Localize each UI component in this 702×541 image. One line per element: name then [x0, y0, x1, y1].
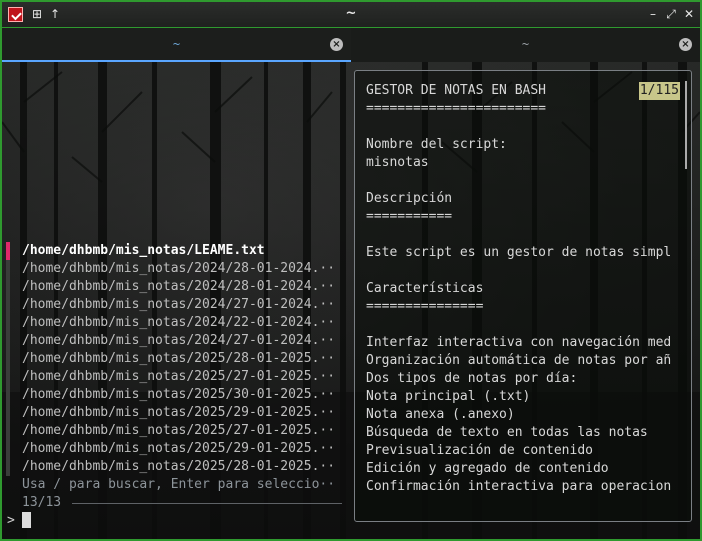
list-gutter: [6, 242, 10, 476]
tab-1-close-icon[interactable]: ×: [330, 38, 343, 51]
preview-line: ===========: [366, 209, 453, 224]
list-item[interactable]: /home/dhbmb/mis_notas/2024/27-01-2024.··: [22, 296, 335, 314]
title-bar: ⊞ ↑ ~ – ⤢ ✕: [2, 2, 700, 28]
text-cursor[interactable]: [22, 512, 31, 528]
counter-separator: [72, 503, 342, 504]
preview-line: Este script es un gestor de notas simpl: [366, 245, 672, 260]
maximize-button[interactable]: ⤢: [663, 6, 679, 22]
preview-line: Nota anexa (.anexo): [366, 407, 515, 422]
preview-line: Descripción: [366, 191, 453, 206]
prompt-arrow: >: [7, 513, 15, 528]
terminal-area[interactable]: /home/dhbmb/mis_notas/LEAME.txt /home/dh…: [2, 62, 700, 539]
preview-position-badge: 1/115: [638, 82, 680, 100]
list-item[interactable]: /home/dhbmb/mis_notas/2025/27-01-2025.··: [22, 422, 335, 440]
list-item[interactable]: /home/dhbmb/mis_notas/2025/29-01-2025.··: [22, 440, 335, 458]
preview-line: Edición y agregado de contenido: [366, 461, 609, 476]
preview-scrollbar[interactable]: [685, 81, 687, 169]
preview-line: Organización automática de notas por añ: [366, 353, 672, 368]
preview-line: Características: [366, 281, 484, 296]
tab-2[interactable]: ~ ×: [351, 28, 700, 62]
preview-pane[interactable]: 1/115 GESTOR DE NOTAS EN BASH ==========…: [354, 70, 692, 522]
preview-line: Nota principal (.txt): [366, 389, 531, 404]
window-title: ~: [345, 6, 357, 21]
list-item[interactable]: /home/dhbmb/mis_notas/LEAME.txt: [22, 242, 265, 260]
search-hint: Usa / para buscar, Enter para seleccio··: [22, 477, 336, 492]
preview-line: Búsqueda de texto en todas las notas: [366, 425, 648, 440]
preview-line: =======================: [366, 101, 547, 116]
selection-marker: [6, 242, 10, 260]
preview-line: misnotas: [366, 155, 429, 170]
list-item[interactable]: /home/dhbmb/mis_notas/2025/28-01-2025.··: [22, 458, 335, 476]
list-item[interactable]: /home/dhbmb/mis_notas/2024/28-01-2024.··: [22, 278, 335, 296]
list-item[interactable]: /home/dhbmb/mis_notas/2024/28-01-2024.··: [22, 260, 335, 278]
list-item[interactable]: /home/dhbmb/mis_notas/2024/22-01-2024.··: [22, 314, 335, 332]
preview-line: Confirmación interactiva para operacion: [366, 479, 672, 494]
preview-line: Interfaz interactiva con navegación med: [366, 335, 672, 350]
list-item[interactable]: /home/dhbmb/mis_notas/2024/27-01-2024.··: [22, 332, 335, 350]
tab-2-close-icon[interactable]: ×: [679, 38, 692, 51]
tab-1-label: ~: [172, 37, 181, 51]
preview-line: Dos tipos de notas por día:: [366, 371, 578, 386]
list-item[interactable]: /home/dhbmb/mis_notas/2025/27-01-2025.··: [22, 368, 335, 386]
list-item[interactable]: /home/dhbmb/mis_notas/2025/30-01-2025.··: [22, 386, 335, 404]
preview-line: Previsualización de contenido: [366, 443, 593, 458]
preview-line: Nombre del script:: [366, 137, 507, 152]
tab-bar: ~ × ~ ×: [2, 28, 700, 62]
minimize-button[interactable]: –: [645, 6, 661, 22]
tab-1[interactable]: ~ ×: [2, 28, 351, 62]
close-button[interactable]: ✕: [681, 6, 697, 22]
preview-line: ===============: [366, 299, 484, 314]
match-counter: 13/13: [22, 495, 62, 510]
list-item[interactable]: /home/dhbmb/mis_notas/2025/28-01-2025.··: [22, 350, 335, 368]
preview-line: GESTOR DE NOTAS EN BASH: [366, 83, 547, 98]
list-item[interactable]: /home/dhbmb/mis_notas/2025/29-01-2025.··: [22, 404, 335, 422]
tab-2-label: ~: [521, 37, 530, 51]
terminal-window: ⊞ ↑ ~ – ⤢ ✕ ~ × ~ × /home/dhbmb/mis_nota…: [0, 0, 702, 541]
